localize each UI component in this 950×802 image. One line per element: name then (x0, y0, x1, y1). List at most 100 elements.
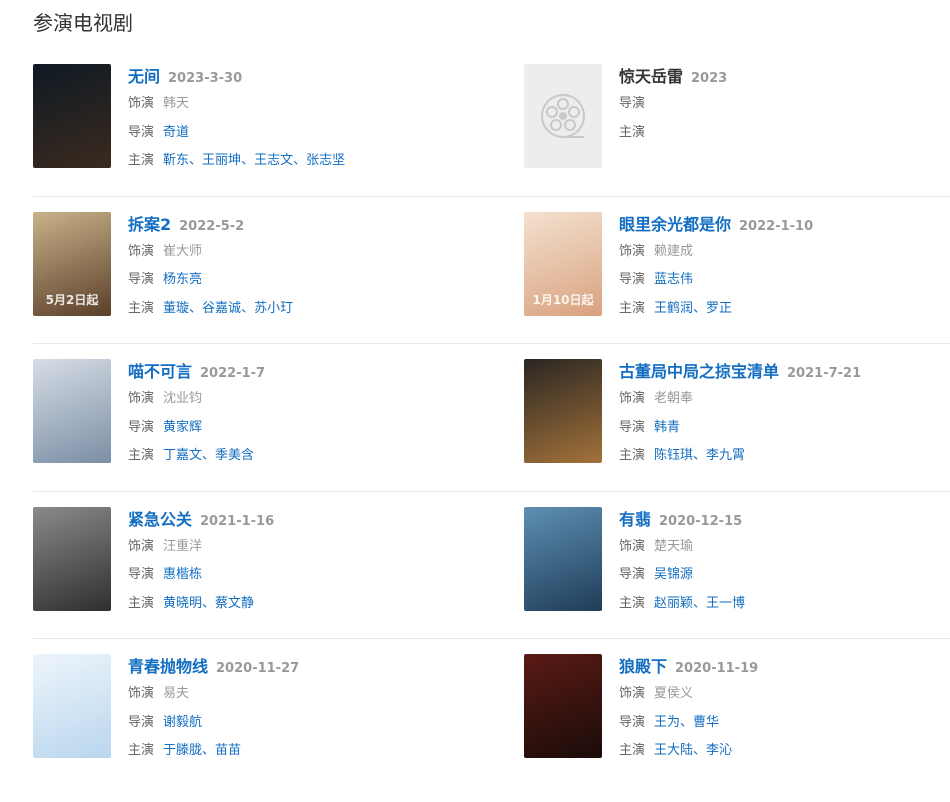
drama-info: 狼殿下 2020-11-19 饰演 夏侯义 导演 王为、曹华 主演 王大陆、李沁 (619, 654, 924, 766)
cast-name-link[interactable]: 罗正 (706, 301, 732, 316)
director-label: 导演 (128, 714, 155, 730)
poster-image[interactable] (33, 506, 111, 611)
cast-label: 主演 (128, 153, 155, 168)
drama-info: 喵不可言 2022-1-7 饰演 沈业钧 导演 黄家辉 主演 丁嘉文、季美含 (128, 359, 433, 471)
cast-line: 主演 董璇、谷嘉诚、苏小玎 (128, 295, 433, 324)
director-label: 导演 (619, 272, 646, 287)
cast-name-link[interactable]: 苏小玎 (254, 301, 293, 316)
cast-label: 主演 (619, 124, 646, 140)
cast-label: 主演 (128, 448, 155, 463)
release-date: 2022-1-7 (200, 366, 266, 381)
cast-name-link[interactable]: 丁嘉文 (163, 448, 202, 463)
cast-name-link[interactable]: 张志坚 (306, 153, 345, 168)
cast-name-link[interactable]: 于滕胧 (163, 743, 202, 758)
poster-image[interactable] (524, 506, 602, 611)
drama-title-link[interactable]: 眼里余光都是你 (619, 215, 731, 234)
poster-image[interactable] (33, 64, 111, 168)
drama-title-link[interactable]: 有翡 (619, 510, 651, 529)
cast-line: 主演 靳东、王丽坤、王志文、张志坚 (128, 147, 433, 176)
director-name-link[interactable]: 惠楷栋 (163, 567, 202, 582)
role-name: 易夫 (163, 686, 190, 701)
row-divider (33, 343, 950, 344)
cast-label: 主演 (619, 300, 646, 316)
drama-card: 1月10日起 眼里余光都是你 2022-1-10 饰演 赖建成 导演 蓝志伟 主演 王鹤润、罗正 (524, 211, 924, 322)
director-name-link[interactable]: 黄家辉 (163, 420, 202, 435)
cast-name-link[interactable]: 王鹤润 (654, 301, 693, 316)
cast-name-link[interactable]: 赵丽颖 (654, 596, 693, 611)
cast-name-link[interactable]: 陈钰琪 (654, 448, 693, 463)
poster-image[interactable] (524, 359, 602, 463)
cast-name-link[interactable]: 黄晓明 (163, 596, 202, 611)
poster-image[interactable] (524, 654, 602, 758)
poster-caption: 1月10日起 (532, 292, 594, 307)
cast-name-link[interactable]: 苗苗 (215, 743, 241, 758)
cast-label: 主演 (128, 743, 155, 758)
name-separator: 、 (241, 153, 255, 168)
cast-name-link[interactable]: 王一博 (706, 596, 745, 611)
title-line: 紧急公关 2021-1-16 (128, 507, 433, 533)
director-name-link[interactable]: 吴锦源 (654, 567, 693, 582)
cast-name-link[interactable]: 季美含 (215, 448, 254, 463)
poster-image[interactable] (33, 359, 111, 463)
cast-line: 主演 丁嘉文、季美含 (128, 442, 433, 471)
drama-card: 狼殿下 2020-11-19 饰演 夏侯义 导演 王为、曹华 主演 王大陆、李沁 (524, 654, 924, 764)
cast-name-link[interactable]: 王志文 (254, 153, 293, 168)
cast-name-link[interactable]: 蔡文静 (215, 596, 254, 611)
cast-name-link[interactable]: 王大陆 (654, 743, 693, 758)
cast-name-link[interactable]: 李沁 (706, 743, 732, 758)
cast-name-link[interactable]: 董璇 (163, 301, 189, 316)
drama-card: 有翡 2020-12-15 饰演 楚天瑜 导演 吴锦源 主演 赵丽颖、王一博 (524, 506, 924, 617)
drama-card: 喵不可言 2022-1-7 饰演 沈业钧 导演 黄家辉 主演 丁嘉文、季美含 (33, 359, 433, 469)
cast-name-link[interactable]: 李九霄 (706, 448, 745, 463)
drama-card: 古董局中局之掠宝清单 2021-7-21 饰演 老朝奉 导演 韩青 主演 陈钰琪、李九霄 (524, 359, 924, 469)
release-date: 2023-3-30 (168, 71, 243, 86)
director-name-link[interactable]: 奇道 (163, 125, 189, 140)
name-separator: 、 (241, 300, 255, 316)
drama-title-link[interactable]: 紧急公关 (128, 510, 192, 529)
poster-image[interactable] (33, 654, 111, 758)
drama-title-link[interactable]: 无间 (128, 67, 160, 86)
director-label: 导演 (128, 419, 155, 435)
role-line: 饰演 汪重洋 (128, 533, 433, 562)
director-name-link[interactable]: 韩青 (654, 420, 680, 435)
role-name: 汪重洋 (163, 538, 203, 554)
release-date: 2023 (691, 71, 728, 86)
role-line: 饰演 崔大师 (128, 238, 433, 267)
cast-name-link[interactable]: 谷嘉诚 (202, 301, 241, 316)
name-separator: 、 (693, 743, 707, 758)
director-line: 导演 谢毅航 (128, 709, 433, 738)
drama-title-link[interactable]: 狼殿下 (619, 657, 667, 676)
drama-title-link: 惊天岳雷 (619, 67, 684, 86)
role-line: 饰演 夏侯义 (619, 680, 924, 709)
director-label: 导演 (619, 419, 646, 435)
director-label: 导演 (619, 567, 646, 582)
director-name-link[interactable]: 谢毅航 (163, 715, 202, 730)
role-line: 饰演 韩天 (128, 90, 433, 119)
drama-title-link[interactable]: 喵不可言 (128, 362, 192, 381)
director-line: 导演 (619, 90, 924, 119)
name-separator: 、 (693, 595, 707, 611)
cast-line: 主演 王大陆、李沁 (619, 737, 924, 766)
director-name-link[interactable]: 蓝志伟 (654, 272, 693, 287)
cast-label: 主演 (619, 448, 646, 463)
filmography-row: 喵不可言 2022-1-7 饰演 沈业钧 导演 黄家辉 主演 丁嘉文、季美含 古董局中局之掠宝清… (33, 359, 950, 507)
poster-placeholder[interactable] (524, 64, 602, 168)
cast-name-link[interactable]: 王丽坤 (202, 153, 241, 168)
poster-image[interactable]: 1月10日起 (524, 211, 602, 316)
drama-title-link[interactable]: 古董局中局之掠宝清单 (619, 362, 779, 381)
role-name: 沈业钧 (163, 391, 203, 406)
director-name-link[interactable]: 王为 (654, 715, 680, 730)
cast-name-link[interactable]: 靳东 (163, 153, 189, 168)
drama-info: 紧急公关 2021-1-16 饰演 汪重洋 导演 惠楷栋 主演 黄晓明、蔡文静 (128, 507, 433, 619)
poster-image[interactable]: 5月2日起 (33, 211, 111, 316)
cast-line: 主演 于滕胧、苗苗 (128, 737, 433, 766)
director-line: 导演 奇道 (128, 119, 433, 148)
title-line: 拆案2 2022-5-2 (128, 212, 433, 238)
director-name-link[interactable]: 杨东亮 (163, 272, 202, 287)
director-name-link[interactable]: 曹华 (693, 715, 719, 730)
section-title: 参演电视剧 (33, 11, 133, 35)
drama-title-link[interactable]: 拆案2 (128, 215, 171, 234)
filmography-row: 紧急公关 2021-1-16 饰演 汪重洋 导演 惠楷栋 主演 黄晓明、蔡文静 有翡 2020-1… (33, 506, 950, 655)
drama-title-link[interactable]: 青春抛物线 (128, 657, 208, 676)
release-date: 2022-5-2 (179, 218, 245, 234)
